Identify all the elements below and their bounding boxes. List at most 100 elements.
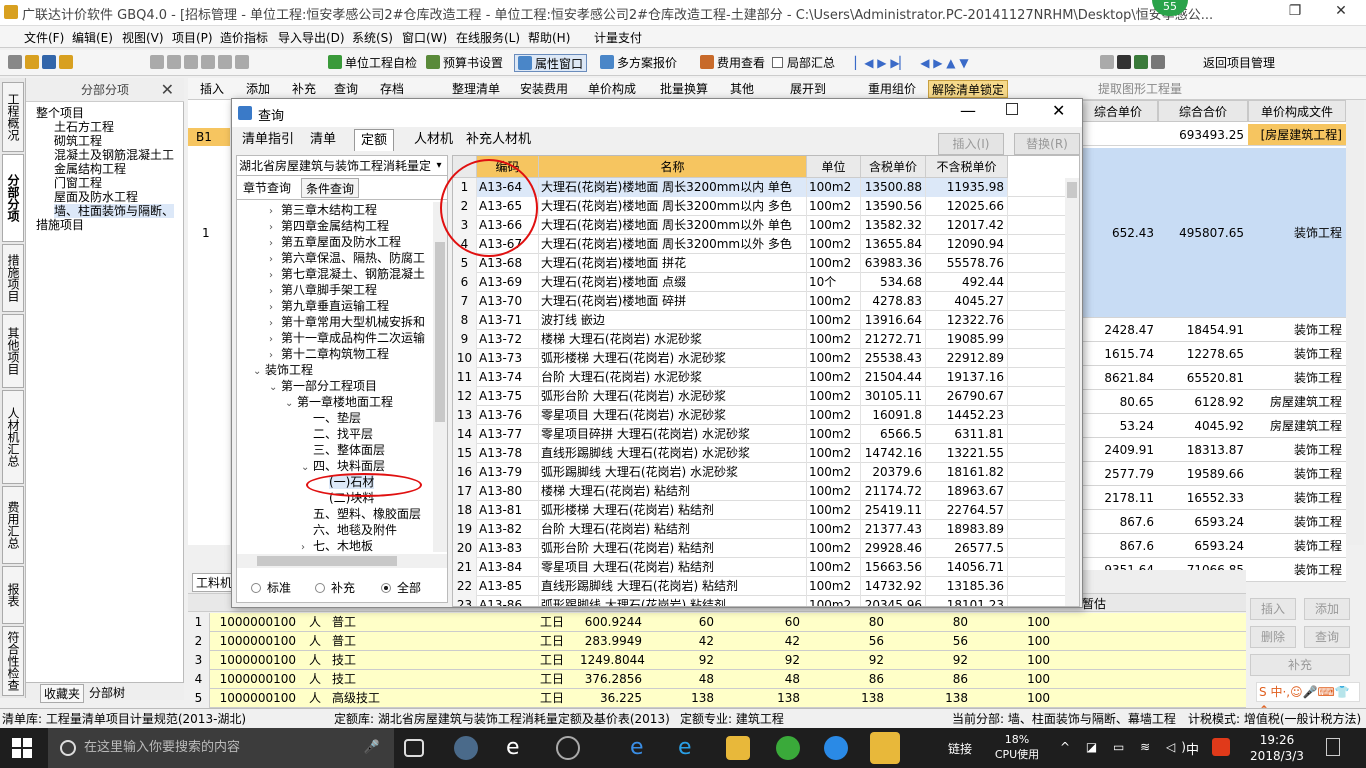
dialog-insert-button[interactable]: 插入(I) (938, 133, 1004, 155)
main-grid-cell[interactable]: 2409.91 (1078, 438, 1158, 462)
tree-node[interactable]: 二、找平层 (237, 426, 433, 442)
toolbar2-item[interactable]: 添加 (246, 80, 270, 98)
unit-check-button[interactable]: 单位工程自检 (328, 54, 417, 72)
insert-button[interactable]: 插入 (1250, 598, 1296, 620)
toolbar2-item[interactable]: 查询 (334, 80, 358, 98)
dialog-tab[interactable]: 补充人材机 (460, 129, 537, 151)
column-header[interactable]: 不含税单价 (926, 156, 1008, 178)
toolbar2-item[interactable]: 批量换算 (660, 80, 708, 98)
section-tree-item[interactable]: 屋面及防水工程 (54, 190, 138, 204)
delete-button[interactable]: 删除 (1250, 626, 1296, 648)
tree-node[interactable]: › 第十章常用大型机械安拆和 (237, 314, 433, 330)
tree-node[interactable]: › 第十一章成品构件二次运输 (237, 330, 433, 346)
taskbar-search[interactable]: 在这里输入你要搜索的内容 🎤 (48, 728, 394, 768)
clock[interactable]: 19:26 2018/3/3 (1240, 732, 1314, 764)
supplement-button[interactable]: 补充 (1250, 654, 1350, 676)
quota-row[interactable]: 20 A13-83 弧形台阶 大理石(花岗岩) 粘结剂 100m2 29928.46 26… (453, 539, 1065, 558)
main-grid-cell[interactable]: [房屋建筑工程] (1248, 124, 1346, 146)
tree-node[interactable]: ⌄ 第一部分工程项目 (237, 378, 433, 394)
quota-library-select[interactable]: 湖北省房屋建筑与装饰工程消耗量定 ▾ (237, 156, 447, 176)
main-grid-cell[interactable]: 6128.92 (1158, 390, 1248, 414)
menu-item[interactable]: 导入导出(D) (278, 29, 345, 46)
quota-row[interactable]: 21 A13-84 零星项目 大理石(花岗岩) 粘结剂 100m2 15663.56 14… (453, 558, 1065, 577)
vtab-5[interactable]: 费用汇总 (2, 486, 24, 564)
vtab-4[interactable]: 人材机汇总 (2, 390, 24, 484)
tree-node[interactable]: 五、塑料、橡胶面层 (237, 506, 433, 522)
toolbar2-item[interactable]: 重用组价 (868, 80, 916, 98)
quota-row[interactable]: 12 A13-75 弧形台阶 大理石(花岗岩) 水泥砂浆 100m2 30105.11 2… (453, 387, 1065, 406)
main-grid-cell[interactable]: 装饰工程 (1248, 558, 1346, 582)
main-grid-cell[interactable]: 65520.81 (1158, 366, 1248, 390)
quota-row[interactable]: 1 A13-64 大理石(花岗岩)楼地面 周长3200mm以内 单色 100m2 135… (453, 178, 1065, 197)
main-grid-cell[interactable] (1078, 124, 1158, 146)
tree-node[interactable]: › 七、木地板 (237, 538, 433, 552)
column-header[interactable]: 含税单价 (861, 156, 926, 178)
toolbar2-item[interactable]: 整理清单 (452, 80, 500, 98)
section-tree-item[interactable]: 混凝土及钢筋混凝土工 (54, 148, 174, 162)
main-grid-cell[interactable]: 装饰工程 (1248, 148, 1346, 318)
column-header[interactable]: 单位 (807, 156, 861, 178)
toolbar2-item[interactable]: 存档 (380, 80, 404, 98)
quota-row[interactable]: 6 A13-69 大理石(花岗岩)楼地面 点缀 10个 534.68 492.44 (453, 273, 1065, 292)
vtab-2[interactable]: 措施项目 (2, 244, 24, 312)
tree-node[interactable]: › 第十二章构筑物工程 (237, 346, 433, 362)
budget-settings-button[interactable]: 预算书设置 (426, 54, 503, 72)
section-tree-item[interactable]: 墙、柱面装饰与隔断、 (54, 204, 175, 218)
menu-item[interactable]: 文件(F) (24, 29, 64, 46)
dialog-tab[interactable]: 人材机 (408, 129, 459, 151)
return-project-button[interactable]: 返回项目管理 (1203, 54, 1275, 72)
main-grid-cell[interactable]: 装饰工程 (1248, 366, 1346, 390)
tree-node[interactable]: 三、整体面层 (237, 442, 433, 458)
main-grid-cell[interactable]: 装饰工程 (1248, 534, 1346, 558)
ime-indicator[interactable]: 中 (1186, 739, 1199, 758)
toolbar-file-icons[interactable] (8, 54, 76, 72)
column-header[interactable]: 名称 (539, 156, 807, 178)
main-grid-cell[interactable]: 装饰工程 (1248, 510, 1346, 534)
chevron-icon[interactable]: ⌄ (253, 364, 265, 380)
bottom-grid-row[interactable]: 3 1000000100 人技工 工日 1249.8044 92 92 92 92 100 (188, 651, 1246, 670)
menu-item[interactable]: 视图(V) (122, 29, 164, 46)
tree-node[interactable]: › 第八章脚手架工程 (237, 282, 433, 298)
tree-node[interactable]: 一、垫层 (237, 410, 433, 426)
tab-favorites[interactable]: 收藏夹 (40, 684, 85, 703)
ie-icon[interactable]: e (678, 736, 702, 760)
row-b1[interactable]: B1 (188, 128, 230, 146)
main-grid-cell[interactable]: 19589.66 (1158, 462, 1248, 486)
quota-row[interactable]: 13 A13-76 零星项目 大理石(花岗岩) 水泥砂浆 100m2 16091.8 14… (453, 406, 1065, 425)
main-grid-cell[interactable]: 18454.91 (1158, 318, 1248, 342)
menu-item[interactable]: 计量支付 (594, 29, 642, 46)
browser-icon[interactable] (556, 736, 580, 760)
vtab-0[interactable]: 工程概况 (2, 82, 24, 152)
quota-row[interactable]: 9 A13-72 楼梯 大理石(花岗岩) 水泥砂浆 100m2 21272.71 1908… (453, 330, 1065, 349)
menu-item[interactable]: 编辑(E) (72, 29, 113, 46)
main-grid-cell[interactable]: 装饰工程 (1248, 318, 1346, 342)
dialog-tab[interactable]: 清单 (304, 129, 342, 151)
chevron-icon[interactable]: › (301, 540, 313, 552)
quota-row[interactable]: 8 A13-71 波打线 嵌边 100m2 13916.64 12322.76 (453, 311, 1065, 330)
tree-scrollbar[interactable] (433, 202, 447, 552)
partial-summary-checkbox[interactable]: 局部汇总 (772, 54, 835, 72)
toolbar2-item[interactable]: 安装费用 (520, 80, 568, 98)
menu-item[interactable]: 造价指标 (220, 29, 268, 46)
chevron-icon[interactable]: ⌄ (285, 396, 297, 412)
menu-item[interactable]: 帮助(H) (528, 29, 570, 46)
quota-row[interactable]: 16 A13-79 弧形踢脚线 大理石(花岗岩) 水泥砂浆 100m2 20379.6 1… (453, 463, 1065, 482)
tree-node[interactable]: ⌄ 装饰工程 (237, 362, 433, 378)
nav-arrows[interactable]: ▏◀ ▶ ▶▏ ◀ ▶ ▲ ▼ (855, 54, 969, 72)
tray-icons[interactable]: ^ ◪ ▭ ≋ ◁) (1060, 740, 1192, 754)
quota-row[interactable]: 15 A13-78 直线形踢脚线 大理石(花岗岩) 水泥砂浆 100m2 14742.1… (453, 444, 1065, 463)
main-grid-cell[interactable]: 80.65 (1078, 390, 1158, 414)
quota-row[interactable]: 19 A13-82 台阶 大理石(花岗岩) 粘结剂 100m2 21377.43 1898… (453, 520, 1065, 539)
tree-node[interactable]: › 第四章金属结构工程 (237, 218, 433, 234)
quota-row[interactable]: 10 A13-73 弧形楼梯 大理石(花岗岩) 水泥砂浆 100m2 25538.43 2… (453, 349, 1065, 368)
notification-icon[interactable] (1326, 738, 1340, 756)
main-grid-cell[interactable]: 2428.47 (1078, 318, 1158, 342)
main-grid-cell[interactable]: 房屋建筑工程 (1248, 414, 1346, 438)
main-grid-cell[interactable]: 2178.11 (1078, 486, 1158, 510)
chevron-icon[interactable]: ⌄ (269, 380, 281, 396)
menu-item[interactable]: 窗口(W) (402, 29, 447, 46)
chevron-icon[interactable]: ⌄ (301, 460, 313, 476)
dialog-tab[interactable]: 清单指引 (236, 129, 300, 151)
radio-1[interactable]: 补充 (315, 579, 355, 596)
main-grid-cell[interactable]: 53.24 (1078, 414, 1158, 438)
